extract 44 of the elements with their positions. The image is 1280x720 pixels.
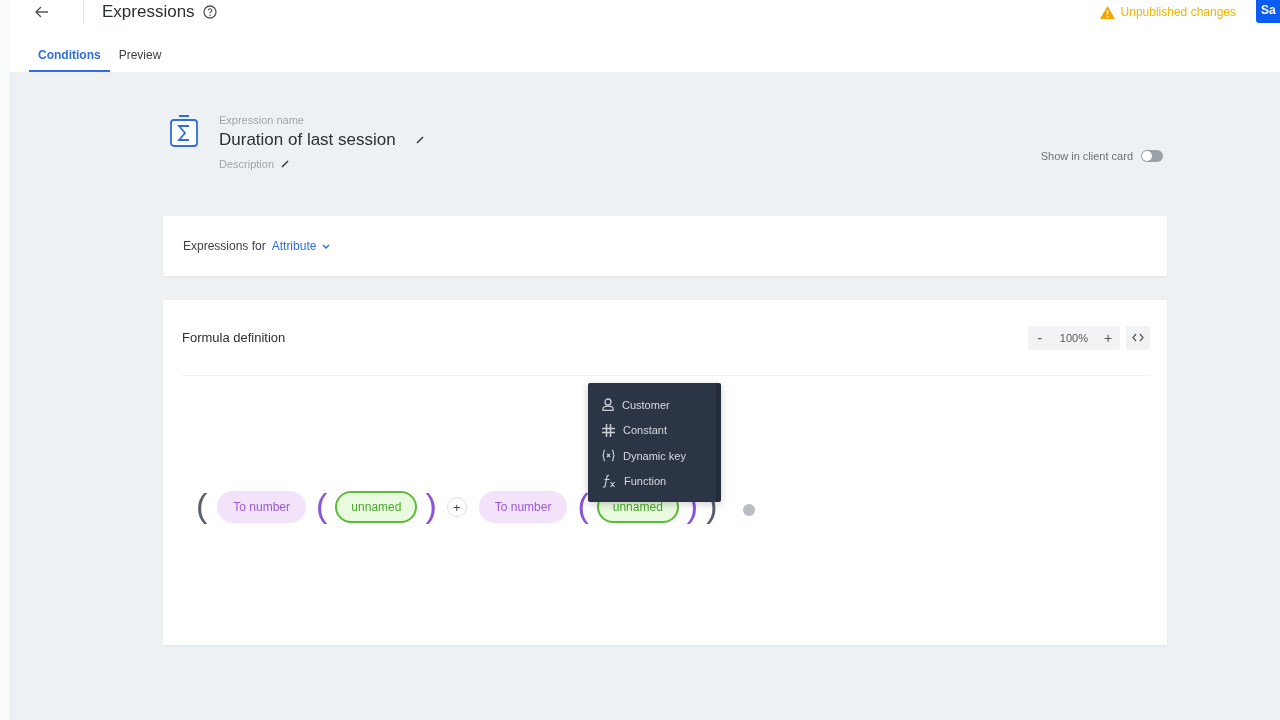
attribute-dropdown[interactable]: Attribute bbox=[271, 239, 331, 253]
code-icon bbox=[1132, 333, 1144, 342]
warning-icon bbox=[1099, 5, 1115, 19]
field-label: Expressions for bbox=[183, 239, 266, 253]
menu-item-label: Constant bbox=[623, 424, 668, 437]
function-icon bbox=[602, 474, 616, 489]
person-icon bbox=[602, 398, 614, 412]
save-button[interactable]: Sa bbox=[1256, 0, 1280, 23]
tab[interactable]: Conditions bbox=[29, 42, 110, 72]
menu-item[interactable]: Function bbox=[588, 468, 716, 494]
parenthesis: ( bbox=[316, 488, 328, 522]
menu-item[interactable]: Dynamic key bbox=[588, 443, 716, 469]
pencil-icon[interactable] bbox=[415, 136, 424, 144]
toggle-switch[interactable] bbox=[1141, 150, 1163, 162]
menu-item[interactable]: Constant bbox=[588, 417, 716, 443]
pencil-icon[interactable] bbox=[281, 160, 290, 168]
function-chip[interactable]: To number bbox=[217, 491, 307, 523]
menu-item-label: Customer bbox=[622, 398, 670, 411]
menu-item-label: Dynamic key bbox=[623, 449, 686, 462]
tab[interactable]: Preview bbox=[109, 42, 171, 72]
operator-button[interactable]: + bbox=[446, 497, 467, 517]
parenthesis: ) bbox=[425, 488, 437, 522]
zoom-level: 100% bbox=[1058, 331, 1089, 344]
page-title: Expressions bbox=[102, 2, 195, 22]
hash-icon bbox=[602, 423, 615, 437]
add-node-icon[interactable] bbox=[743, 504, 756, 516]
toggle-label: Show in client card bbox=[1040, 150, 1133, 162]
menu-item[interactable]: Customer bbox=[588, 392, 716, 418]
back-arrow-icon[interactable] bbox=[35, 6, 49, 18]
braces-x-icon bbox=[602, 449, 615, 463]
zoom-out-button[interactable]: - bbox=[1027, 325, 1052, 350]
parenthesis: ( bbox=[577, 488, 589, 522]
function-chip[interactable]: To number bbox=[478, 491, 568, 523]
menu-item-label: Function bbox=[624, 475, 667, 488]
parenthesis: ( bbox=[196, 488, 208, 522]
help-icon[interactable] bbox=[202, 5, 217, 19]
zoom-in-button[interactable]: + bbox=[1096, 325, 1120, 350]
expression-name: Duration of last session bbox=[219, 130, 396, 150]
chevron-down-icon bbox=[322, 243, 331, 249]
status-text: Unpublished changes bbox=[1120, 5, 1236, 19]
code-view-button[interactable] bbox=[1126, 325, 1150, 350]
sigma-icon bbox=[169, 114, 199, 148]
field-label: Expression name bbox=[219, 114, 305, 126]
section-title: Formula definition bbox=[182, 330, 286, 345]
